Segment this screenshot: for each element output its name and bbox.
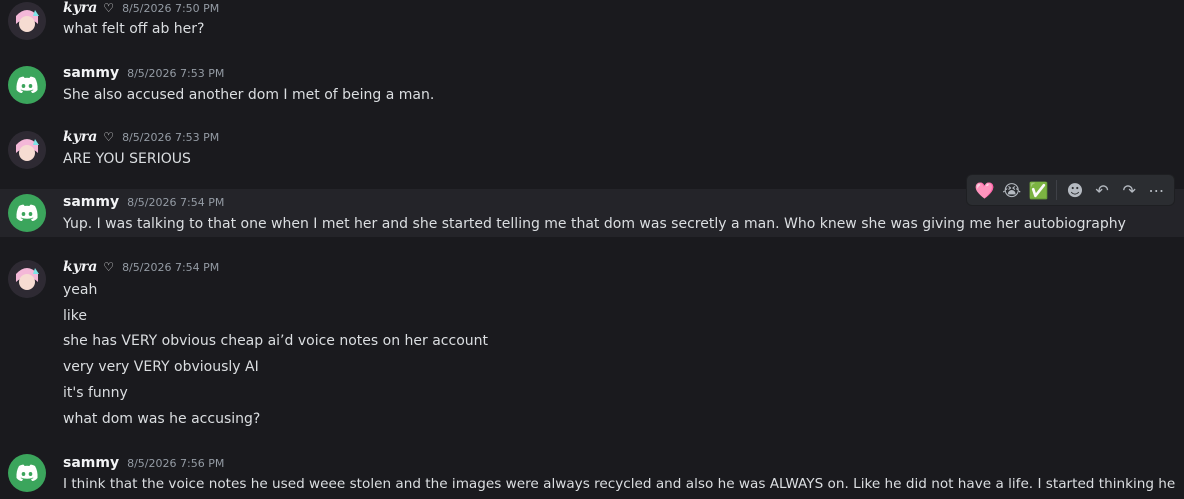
timestamp: 8/5/2026 7:50 PM xyxy=(122,2,220,15)
message[interactable]: sammy 8/5/2026 7:56 PM I think that the … xyxy=(0,452,1184,499)
message-text: Yup. I was talking to that one when I me… xyxy=(63,216,1126,232)
heart-badge-icon: ♡ xyxy=(103,1,115,15)
reaction-heart-button[interactable]: 🩷 xyxy=(971,176,998,204)
author-name[interactable]: sammy xyxy=(63,65,119,81)
forward-icon[interactable]: ↷ xyxy=(1116,176,1143,204)
message-text: what felt off ab her? xyxy=(63,21,205,37)
message[interactable]: sammy 8/5/2026 7:53 PM She also accused … xyxy=(0,60,1184,115)
discord-logo-icon xyxy=(16,76,38,93)
sammy-avatar[interactable] xyxy=(8,194,46,232)
message-text: she has VERY obvious cheap ai’d voice no… xyxy=(63,333,488,349)
toolbar-divider xyxy=(1056,180,1058,200)
message-text: very very VERY obviously AI xyxy=(63,359,259,375)
message[interactable]: kyra ♡ 8/5/2026 7:53 PM ARE YOU SERIOUS xyxy=(0,125,1184,180)
message-action-toolbar: 🩷 😭 ✅ ☻ ↶ ↷ ⋯ xyxy=(966,174,1175,206)
reaction-crying-button[interactable]: 😭 xyxy=(998,176,1025,204)
message-text: like xyxy=(63,308,88,324)
timestamp: 8/5/2026 7:54 PM xyxy=(127,196,225,209)
message-text: She also accused another dom I met of be… xyxy=(63,87,435,103)
author-name[interactable]: kyra xyxy=(63,0,97,16)
sammy-avatar[interactable] xyxy=(8,66,46,104)
message-text: it's funny xyxy=(63,385,128,401)
message-text: ARE YOU SERIOUS xyxy=(63,151,191,167)
more-icon[interactable]: ⋯ xyxy=(1143,176,1170,204)
kyra-avatar[interactable] xyxy=(8,131,46,169)
timestamp: 8/5/2026 7:53 PM xyxy=(122,131,220,144)
message-text: what dom was he accusing? xyxy=(63,411,261,427)
timestamp: 8/5/2026 7:56 PM xyxy=(127,457,225,470)
add-reaction-icon[interactable]: ☻ xyxy=(1061,176,1088,204)
author-name[interactable]: sammy xyxy=(63,194,119,210)
kyra-avatar[interactable] xyxy=(8,260,46,298)
reaction-check-button[interactable]: ✅ xyxy=(1025,176,1052,204)
discord-logo-icon xyxy=(16,464,38,481)
message[interactable]: kyra ♡ 8/5/2026 7:54 PM yeah like she ha… xyxy=(0,255,1184,435)
heart-badge-icon: ♡ xyxy=(103,130,115,144)
author-name[interactable]: kyra xyxy=(63,129,97,145)
timestamp: 8/5/2026 7:53 PM xyxy=(127,67,225,80)
author-name[interactable]: kyra xyxy=(63,259,97,275)
message-text: yeah xyxy=(63,282,98,298)
message[interactable]: kyra ♡ 8/5/2026 7:50 PM what felt off ab… xyxy=(0,0,1184,52)
message-text: I think that the voice notes he used wee… xyxy=(63,476,1176,492)
heart-badge-icon: ♡ xyxy=(103,260,115,274)
timestamp: 8/5/2026 7:54 PM xyxy=(122,261,220,274)
author-name[interactable]: sammy xyxy=(63,455,119,471)
reply-icon[interactable]: ↶ xyxy=(1089,176,1116,204)
sammy-avatar[interactable] xyxy=(8,454,46,492)
kyra-avatar[interactable] xyxy=(8,2,46,40)
discord-logo-icon xyxy=(16,204,38,221)
